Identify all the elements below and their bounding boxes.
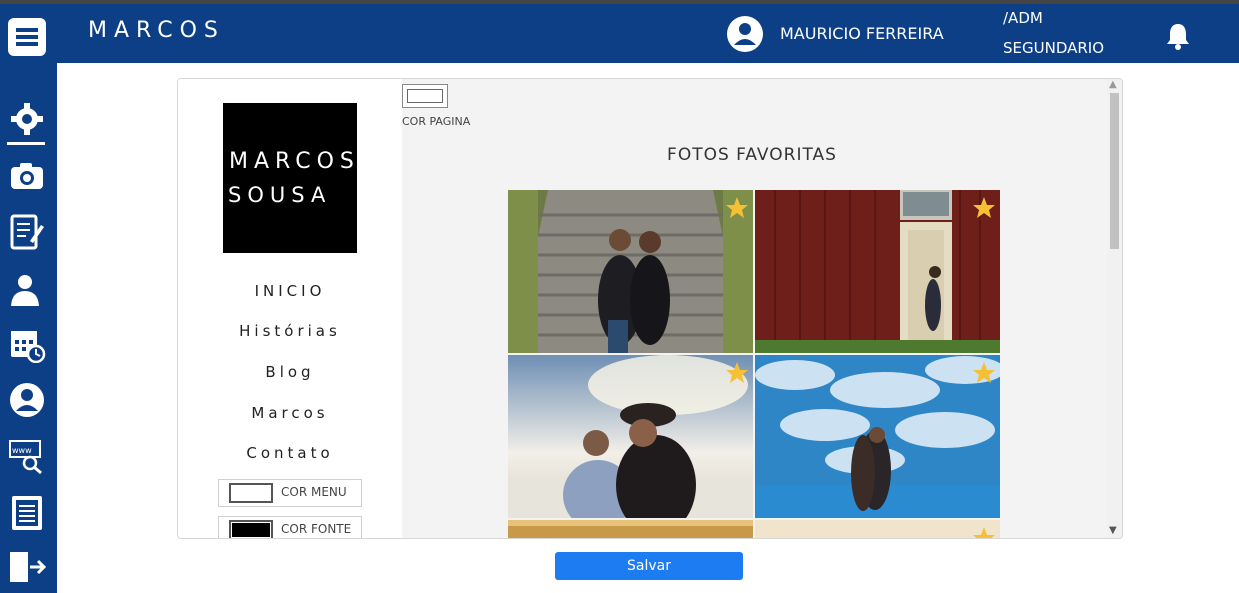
site-menu-column: MARCOS SOUSA INICIO Histórias Blog Marco… [178,79,402,538]
site-nav-contato[interactable]: Contato [178,444,402,462]
document-list-icon[interactable] [8,494,46,532]
scrollbar[interactable]: ▲ ▼ [1107,79,1122,538]
scroll-down-icon[interactable]: ▼ [1109,525,1117,536]
photo-couple-under-blue-sky[interactable] [755,355,1000,518]
photo-6[interactable] [755,520,1000,538]
app-logo: MARCOS [88,18,225,43]
favorite-star-icon[interactable] [725,361,749,385]
svg-text:www: www [12,446,32,455]
menu-color-picker[interactable]: COR MENU [218,479,362,507]
user-icon[interactable] [726,15,764,53]
scroll-up-icon[interactable]: ▲ [1109,79,1117,90]
font-color-swatch[interactable] [229,520,273,538]
camera-icon[interactable] [8,157,46,195]
save-button[interactable]: Salvar [555,552,743,580]
site-logo-line2: SOUSA [228,183,332,207]
site-editor-panel: MARCOS SOUSA INICIO Histórias Blog Marco… [177,78,1123,539]
active-indicator [7,142,45,145]
menu-color-label: COR MENU [281,485,347,499]
bell-icon[interactable] [1162,20,1194,52]
site-logo-line1: MARCOS [229,149,360,174]
site-nav-marcos[interactable]: Marcos [178,404,402,422]
site-nav-blog[interactable]: Blog [178,363,402,381]
favorite-star-icon[interactable] [972,196,996,220]
user-role-line1: /ADM [1003,9,1043,27]
menu-icon[interactable] [8,18,46,56]
photo-couple-at-sunset-clouds[interactable] [508,355,753,518]
top-header: MARCOS MAURICIO FERREIRA /ADM SEGUNDARIO [0,4,1239,63]
page-preview: COR PAGINA FOTOS FAVORITAS [402,79,1107,538]
scroll-thumb[interactable] [1110,93,1119,249]
www-search-icon[interactable]: www [8,437,46,475]
user-name[interactable]: MAURICIO FERREIRA [780,24,944,43]
site-logo[interactable]: MARCOS SOUSA [223,103,357,253]
photo-5[interactable] [508,520,753,538]
site-nav-inicio[interactable]: INICIO [178,282,402,300]
gear-icon[interactable] [8,100,46,138]
menu-color-swatch[interactable] [229,483,273,503]
site-nav-historias[interactable]: Histórias [178,322,402,340]
photo-couple-at-red-barn[interactable] [755,190,1000,353]
photo-couple-on-stairs[interactable] [508,190,753,353]
gallery-title: FOTOS FAVORITAS [667,145,837,165]
user-role-line2: SEGUNDARIO [1003,39,1105,57]
font-color-label: COR FONTE [281,522,352,536]
favorite-star-icon[interactable] [972,526,996,538]
user-circle-icon[interactable] [8,381,46,419]
logout-icon[interactable] [8,548,47,586]
favorite-star-icon[interactable] [725,196,749,220]
sidebar: www [0,63,57,593]
font-color-picker[interactable]: COR FONTE [218,516,362,538]
favorite-star-icon[interactable] [972,361,996,385]
page-color-label: COR PAGINA [402,115,471,128]
users-icon[interactable] [8,270,46,308]
edit-document-icon[interactable] [8,213,46,251]
calendar-clock-icon[interactable] [8,325,46,364]
page-color-swatch[interactable] [402,84,448,108]
